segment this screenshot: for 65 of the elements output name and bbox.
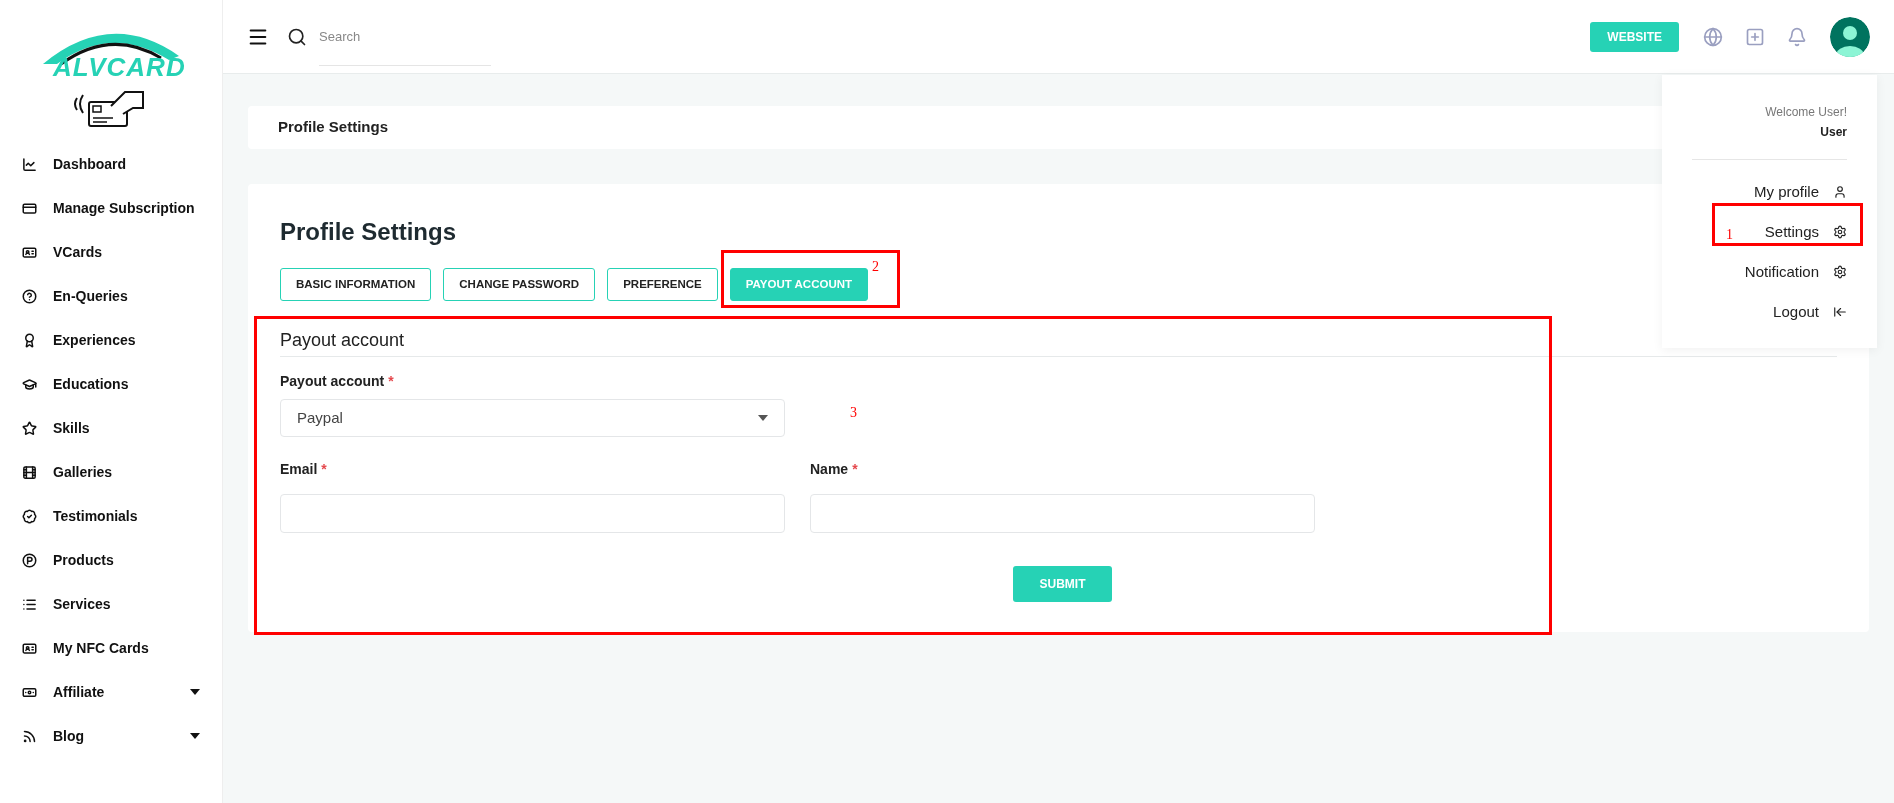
p-circle-icon xyxy=(22,552,37,568)
sidebar-item[interactable]: Affiliate xyxy=(0,670,222,714)
required-mark: * xyxy=(388,372,394,391)
id-card-icon xyxy=(22,640,37,656)
chart-icon xyxy=(22,156,37,172)
welcome-text: Welcome User! xyxy=(1765,104,1847,121)
caret-icon xyxy=(758,415,768,421)
user-name: User xyxy=(1820,124,1847,141)
card-title: Profile Settings xyxy=(280,217,457,247)
tab[interactable]: PREFERENCE xyxy=(607,268,718,301)
input-field[interactable] xyxy=(810,494,1315,533)
section-title: Payout account xyxy=(280,329,405,352)
annotation-number: 3 xyxy=(850,404,857,422)
id-card-icon xyxy=(22,244,37,260)
breadcrumb-title: Profile Settings xyxy=(278,117,389,138)
logout-icon xyxy=(1833,305,1847,319)
field-label: Name xyxy=(810,460,849,479)
sidebar-item[interactable]: Experiences xyxy=(0,318,222,362)
sidebar-item[interactable]: Manage Subscription xyxy=(0,186,222,230)
logo-text: ALVCARD xyxy=(53,51,186,84)
badge-icon xyxy=(22,508,37,524)
sidebar-item[interactable]: My NFC Cards xyxy=(0,626,222,670)
annotation-number: 1 xyxy=(1726,226,1733,244)
award-icon xyxy=(22,332,37,348)
field-label: Payout account xyxy=(280,372,385,391)
user-icon xyxy=(1833,185,1847,199)
bell-icon[interactable] xyxy=(1787,26,1807,47)
sidebar-item[interactable]: Blog xyxy=(0,714,222,758)
menu-item[interactable]: Settings xyxy=(1764,212,1847,252)
sidebar-item[interactable]: VCards xyxy=(0,230,222,274)
field-label: Email xyxy=(280,460,318,479)
select-field[interactable]: Paypal xyxy=(280,399,785,437)
sidebar-item[interactable]: Products xyxy=(0,538,222,582)
list-icon xyxy=(22,596,37,612)
sidebar-item[interactable]: Skills xyxy=(0,406,222,450)
sidebar-item[interactable]: Testimonials xyxy=(0,494,222,538)
graduation-cap-icon xyxy=(22,376,37,392)
caret-icon xyxy=(190,689,200,695)
settings-icon xyxy=(1833,265,1847,279)
tab[interactable]: CHANGE PASSWORD xyxy=(443,268,596,301)
tab[interactable]: BASIC INFORMATION xyxy=(280,268,432,301)
required-mark: * xyxy=(852,460,858,479)
avatar-icon[interactable] xyxy=(1830,16,1870,57)
film-icon xyxy=(22,464,37,480)
menu-item[interactable]: Notification xyxy=(1744,252,1847,292)
input-field[interactable] xyxy=(280,494,785,533)
sidebar-item[interactable]: Dashboard xyxy=(0,142,222,186)
globe-icon[interactable] xyxy=(1703,26,1723,47)
card-icon xyxy=(22,200,37,216)
search-field[interactable]: Search xyxy=(319,7,491,66)
sidebar-item[interactable]: Galleries xyxy=(0,450,222,494)
annotation-number: 2 xyxy=(872,258,879,276)
feed-icon xyxy=(22,728,37,744)
menu-item[interactable]: My profile xyxy=(1753,172,1847,212)
question-icon xyxy=(22,288,37,304)
star-icon xyxy=(22,420,37,436)
sidebar-item[interactable]: En-Queries xyxy=(0,274,222,318)
add-icon[interactable] xyxy=(1745,26,1765,47)
search-icon xyxy=(287,26,307,47)
caret-icon xyxy=(190,733,200,739)
settings-icon xyxy=(1833,225,1847,239)
required-mark: * xyxy=(321,460,327,479)
sidebar-item[interactable]: Services xyxy=(0,582,222,626)
sidebar-item[interactable]: Educations xyxy=(0,362,222,406)
menu-item[interactable]: Logout xyxy=(1773,292,1847,332)
